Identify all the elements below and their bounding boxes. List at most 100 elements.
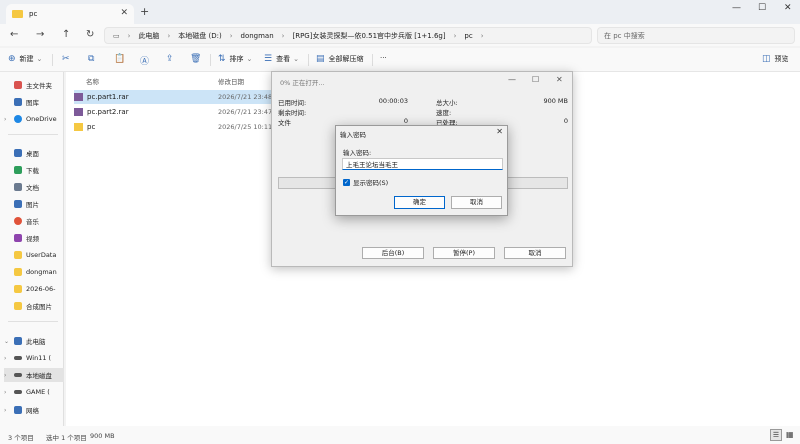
- column-header-name[interactable]: 名称: [86, 76, 99, 86]
- sidebar-item-music[interactable]: 音乐: [4, 214, 64, 228]
- rename-icon[interactable]: Ⓐ: [140, 54, 153, 67]
- computer-icon: [14, 337, 22, 345]
- chevron-down-icon[interactable]: ⌄: [4, 338, 14, 345]
- tab-pc[interactable]: pc ✕: [6, 4, 134, 24]
- sidebar-item-home[interactable]: 主文件夹: [4, 78, 64, 92]
- cancel-button[interactable]: 取消: [451, 196, 502, 209]
- new-tab-button[interactable]: +: [140, 5, 149, 18]
- chevron-right-icon[interactable]: ›: [4, 407, 14, 414]
- status-bar: 3 个项目 选中 1 个项目 900 MB ☰ ▦: [0, 426, 800, 444]
- item-count: 3 个项目: [8, 434, 34, 442]
- speed-label: 速度:: [436, 109, 452, 117]
- sidebar-item-desktop[interactable]: 桌面: [4, 146, 64, 160]
- sidebar-item-2026-06[interactable]: 2026-06-: [4, 282, 64, 296]
- breadcrumb-pc[interactable]: pc: [464, 32, 472, 40]
- plus-circle-icon: ⊕: [8, 54, 16, 64]
- breadcrumb-this-pc[interactable]: 此电脑: [138, 31, 159, 41]
- chevron-right-icon[interactable]: ›: [4, 389, 14, 396]
- selected-count: 选中 1 个项目: [46, 434, 87, 442]
- maximize-button[interactable]: ☐: [532, 75, 539, 84]
- ok-button[interactable]: 确定: [394, 196, 445, 209]
- total-size-label: 总大小:: [436, 99, 458, 107]
- folder-icon: [14, 268, 22, 276]
- breadcrumb-local-disk[interactable]: 本地磁盘 (D:): [178, 31, 221, 41]
- up-button[interactable]: ↑: [62, 29, 70, 40]
- new-button[interactable]: ⊕ 新建 ⌄: [8, 54, 42, 64]
- minimize-button[interactable]: —: [508, 75, 516, 84]
- chevron-right-icon[interactable]: ›: [4, 116, 14, 123]
- details-view-icon[interactable]: ☰: [770, 429, 782, 441]
- processed-value: 0: [563, 117, 568, 125]
- address-bar[interactable]: ▭ › 此电脑 › 本地磁盘 (D:) › dongman › [RPG]女装灵…: [104, 27, 592, 44]
- sidebar-item-game[interactable]: › GAME (: [4, 385, 64, 399]
- folder-icon: [14, 251, 22, 259]
- sidebar-item-videos[interactable]: 视频: [4, 231, 64, 245]
- pause-button[interactable]: 暂停(P): [433, 247, 495, 259]
- computer-icon: ▭: [113, 31, 120, 40]
- column-header-date[interactable]: 修改日期: [218, 76, 244, 86]
- selected-size: 900 MB: [90, 432, 115, 440]
- minimize-button[interactable]: —: [732, 3, 741, 13]
- extract-all-button[interactable]: ▤ 全部解压缩: [316, 54, 364, 64]
- sidebar-item-local-disk[interactable]: › 本地磁盘: [4, 368, 64, 382]
- sidebar-item-userdata[interactable]: UserData: [4, 248, 64, 262]
- back-button[interactable]: ←: [10, 29, 18, 40]
- chevron-down-icon: ⌄: [246, 55, 253, 63]
- folder-icon: [74, 123, 83, 131]
- music-icon: [14, 217, 22, 225]
- preview-button[interactable]: ◫ 预览: [762, 54, 789, 64]
- sidebar-item-documents[interactable]: 文档: [4, 180, 64, 194]
- paste-icon[interactable]: 📋: [114, 54, 129, 64]
- sidebar-item-dongman[interactable]: dongman: [4, 265, 64, 279]
- forward-button[interactable]: →: [36, 29, 44, 40]
- close-window-button[interactable]: ✕: [784, 3, 792, 13]
- share-icon[interactable]: ⇪: [166, 54, 178, 64]
- view-icon: ☰: [264, 54, 273, 64]
- sidebar-item-this-pc[interactable]: ⌄ 此电脑: [4, 334, 64, 348]
- address-row: ← → ↑ ↻ ▭ › 此电脑 › 本地磁盘 (D:) › dongman › …: [0, 24, 800, 46]
- tab-label: pc: [29, 10, 38, 18]
- search-input[interactable]: 在 pc 中搜索: [597, 27, 795, 44]
- file-row[interactable]: pc.part2.rar 2026/7/21 23:47: [74, 105, 274, 119]
- chevron-right-icon[interactable]: ›: [4, 372, 14, 379]
- copy-icon[interactable]: ⧉: [88, 54, 98, 64]
- show-password-checkbox[interactable]: ✓ 显示密码(S): [343, 177, 388, 187]
- sidebar-item-win11[interactable]: › Win11 (: [4, 351, 64, 365]
- chevron-down-icon: ⌄: [36, 55, 43, 63]
- close-button[interactable]: ✕: [556, 75, 563, 84]
- password-field[interactable]: [342, 158, 503, 170]
- download-icon: [14, 166, 22, 174]
- chevron-right-icon[interactable]: ›: [4, 355, 14, 362]
- background-button[interactable]: 后台(B): [362, 247, 424, 259]
- view-button[interactable]: ☰ 查看 ⌄: [264, 54, 299, 64]
- sort-button[interactable]: ⇅ 排序 ⌄: [218, 54, 252, 64]
- sidebar-item-downloads[interactable]: 下载: [4, 163, 64, 177]
- breadcrumb-game-folder[interactable]: [RPG]女装灵探梨—依0.51官中步兵版 [1+1.6g]: [292, 31, 445, 41]
- close-icon[interactable]: ✕: [496, 127, 503, 136]
- sidebar-item-network[interactable]: › 网络: [4, 403, 64, 417]
- folder-icon: [14, 285, 22, 293]
- sidebar-item-composite-pictures[interactable]: 合成图片: [4, 299, 64, 313]
- more-options-button[interactable]: ···: [380, 54, 387, 62]
- sort-icon: ⇅: [218, 54, 226, 64]
- refresh-button[interactable]: ↻: [86, 29, 94, 40]
- breadcrumb-dongman[interactable]: dongman: [241, 32, 274, 40]
- chevron-down-icon: ⌄: [293, 55, 299, 63]
- file-row[interactable]: pc.part1.rar 2026/7/21 23:48: [74, 90, 274, 104]
- dialog-title: 输入密码: [340, 131, 366, 139]
- sidebar-item-onedrive[interactable]: › OneDrive: [4, 112, 64, 126]
- cancel-button[interactable]: 取消: [504, 247, 566, 259]
- file-row[interactable]: pc 2026/7/25 10:11: [74, 120, 274, 134]
- sidebar-item-pictures[interactable]: 图片: [4, 197, 64, 211]
- dialog-title: 0% 正在打开...: [280, 79, 325, 87]
- sidebar-item-gallery[interactable]: 图库: [4, 95, 64, 109]
- cut-icon[interactable]: ✂: [62, 54, 74, 64]
- total-size-value: 900 MB: [543, 97, 568, 105]
- delete-icon[interactable]: 🗑: [190, 54, 205, 64]
- close-tab-icon[interactable]: ✕: [120, 8, 128, 18]
- home-icon: [14, 81, 22, 89]
- maximize-button[interactable]: ☐: [758, 3, 766, 13]
- remaining-label: 剩余时间:: [278, 109, 307, 117]
- tiles-view-icon[interactable]: ▦: [786, 430, 794, 439]
- password-label: 输入密码:: [343, 149, 372, 157]
